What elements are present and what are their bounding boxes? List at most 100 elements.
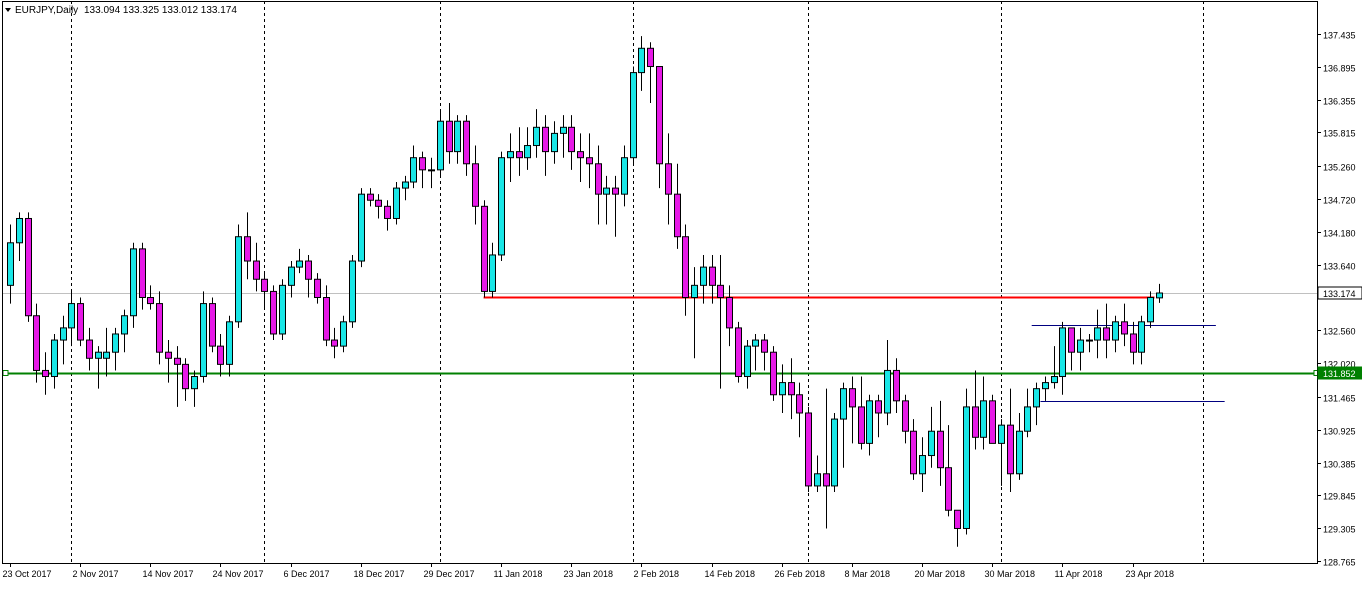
candle-body-bull (1086, 339, 1093, 342)
candle-body-bear (709, 266, 716, 286)
candle-body-bear (1121, 321, 1128, 335)
candle-body-bear (261, 278, 268, 292)
price-tick-label: 129.845 (1323, 492, 1356, 502)
candle-body-bear (419, 157, 426, 171)
candle-body-bear (945, 467, 952, 511)
candle-body-bear (305, 260, 312, 280)
price-tick-label: 130.925 (1323, 427, 1356, 437)
candle-body-bull (1016, 430, 1023, 475)
time-axis: 23 Oct 2017 2 Nov 2017 14 Nov 2017 24 Nov 2… (3, 563, 1175, 579)
candle-body-bull (630, 72, 637, 159)
candle-body-bear (910, 430, 917, 475)
candle-body-bull (402, 181, 409, 189)
price-tick-label: 134.720 (1323, 196, 1356, 206)
candle-body-bull (200, 303, 207, 378)
candle-body-bull (507, 151, 514, 159)
candle-body-bull (454, 120, 461, 153)
candle-body-bull (980, 400, 987, 438)
time-tick-label: 23 Jan 2018 (564, 569, 614, 579)
candle-body-bear (446, 120, 453, 153)
candle-body-bear (367, 193, 374, 201)
chart-window[interactable]: 137.435 136.895 136.355 135.815 135.260 134.7… (0, 0, 1362, 585)
candle-body-bull (1094, 327, 1101, 341)
candle-body-bear (858, 406, 865, 444)
candle-body-bear (182, 363, 189, 390)
time-tick-label: 11 Apr 2018 (1055, 569, 1103, 579)
candle-body-bull (963, 406, 970, 529)
candle-body-bear (568, 126, 575, 153)
candle-body-bear (86, 339, 93, 359)
candle-body-bear (893, 369, 900, 402)
candle-body-bear (165, 351, 172, 359)
candle-body-bear (989, 400, 996, 444)
candle-body-bull (428, 169, 435, 172)
candle-body-bear (139, 248, 146, 298)
candle-body-bear (735, 327, 742, 378)
candle-body-bull (349, 260, 356, 323)
price-tick-label: 133.640 (1323, 262, 1356, 272)
symbol-dropdown-icon[interactable] (5, 8, 11, 12)
candle-body-bull (95, 351, 102, 359)
candle-body-bull (700, 266, 707, 286)
candle-body-bear (665, 163, 672, 195)
candle-body-bull (1059, 327, 1066, 378)
candle-body-bull (744, 345, 751, 378)
candle-body-bear (33, 315, 40, 371)
candle-body-bull (884, 369, 891, 414)
candle-body-bear (1103, 327, 1110, 341)
candle-body-bear (612, 187, 619, 195)
time-tick-label: 18 Dec 2017 (354, 569, 405, 579)
candle-body-bear (595, 163, 602, 195)
candle-body-bull (288, 266, 295, 286)
price-tick-label: 137.435 (1323, 31, 1356, 41)
candle-body-bear (902, 400, 909, 432)
candle-body-bear (25, 217, 32, 317)
candle-body-bull (1156, 292, 1163, 299)
candle-body-bull (103, 351, 110, 359)
candle-body-bull (1033, 388, 1040, 408)
price-tick-label: 136.895 (1323, 64, 1356, 74)
chart-header: EURJPY,Daily 133.094 133.325 133.012 133… (5, 5, 237, 16)
time-tick-label: 23 Apr 2018 (1126, 569, 1175, 579)
candle-body-bear (156, 303, 163, 353)
time-tick-label: 20 Mar 2018 (915, 569, 966, 579)
candlestick-chart[interactable]: 137.435 136.895 136.355 135.815 135.260 134.7… (0, 0, 1362, 585)
candle-body-bull (1042, 382, 1049, 390)
symbol-label: EURJPY,Daily (15, 5, 78, 16)
candle-body-bull (603, 187, 610, 195)
candle-body-bear (972, 406, 979, 438)
candle-body-bull (998, 424, 1005, 444)
candle-body-bear (726, 297, 733, 329)
price-tick-label: 132.560 (1323, 327, 1356, 337)
candle-body-bear (577, 151, 584, 159)
candle-body-bull (638, 47, 645, 74)
time-tick-label: 23 Oct 2017 (3, 569, 52, 579)
candle-body-bear (147, 297, 154, 305)
candle-body-bull (191, 376, 198, 390)
time-tick-label: 14 Nov 2017 (143, 569, 194, 579)
candle-body-bear (1007, 424, 1014, 475)
green-support-anchor[interactable] (2, 370, 9, 376)
time-tick-label: 26 Feb 2018 (775, 569, 826, 579)
candle-body-bear (481, 205, 488, 292)
candle-body-bull (358, 193, 365, 262)
time-tick-label: 30 Mar 2018 (985, 569, 1036, 579)
time-tick-label: 6 Dec 2017 (284, 569, 330, 579)
candle-body-bull (928, 430, 935, 457)
price-tick-label: 129.305 (1323, 525, 1356, 535)
candle-body-bear (1130, 333, 1137, 353)
candle-body-bull (621, 157, 628, 195)
candle-body-bull (121, 315, 128, 335)
candle-body-bull (393, 187, 400, 219)
candle-body-bull (489, 254, 496, 292)
candle-body-bull (1112, 321, 1119, 341)
candle-body-bear (217, 345, 224, 365)
time-tick-label: 2 Feb 2018 (634, 569, 680, 579)
candle-body-bear (717, 284, 724, 299)
candle-body-bear (674, 193, 681, 238)
candle-body-bear (244, 236, 251, 262)
price-label-text: 133.174 (1323, 289, 1356, 299)
candle-body-bear (875, 400, 882, 414)
candle-body-bear (656, 66, 663, 165)
time-tick-label: 11 Jan 2018 (494, 569, 543, 579)
